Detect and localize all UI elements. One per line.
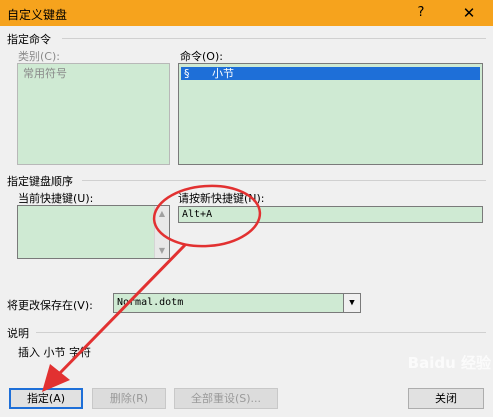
description-title: 说明	[7, 327, 29, 340]
window-title: 自定义键盘	[7, 8, 68, 22]
current-keys-scrollbar[interactable]: ▲ ▼	[154, 206, 169, 258]
chevron-down-icon[interactable]: ▼	[343, 294, 360, 312]
category-item: 常用符号	[23, 67, 67, 80]
title-bar[interactable]: 自定义键盘 ? ✕	[0, 0, 493, 26]
group-divider	[62, 38, 486, 39]
close-window-button[interactable]: ✕	[452, 2, 486, 24]
assign-button[interactable]: 指定(A)	[9, 388, 83, 409]
save-in-select[interactable]: Normal.dotm ▼	[113, 293, 361, 313]
commands-label: 命令(O):	[180, 50, 223, 63]
commands-list[interactable]: § 小节	[178, 63, 483, 165]
keys-group-title: 指定键盘顺序	[7, 175, 73, 188]
current-keys-label: 当前快捷键(U):	[18, 192, 94, 205]
categories-list: 常用符号	[17, 63, 170, 165]
help-button[interactable]: ?	[405, 2, 437, 24]
command-symbol: §	[184, 67, 190, 80]
watermark-logo: Baidu 经验	[407, 354, 491, 372]
close-button[interactable]: 关闭	[408, 388, 484, 409]
save-in-label: 将更改保存在(V):	[7, 299, 93, 312]
save-in-value: Normal.dotm	[117, 297, 184, 308]
group-divider	[82, 180, 486, 181]
reset-all-button[interactable]: 全部重设(S)...	[174, 388, 278, 409]
group-divider	[36, 332, 486, 333]
description-text: 插入 小节 字符	[18, 346, 91, 359]
new-key-input[interactable]: Alt+A	[178, 206, 483, 223]
command-item-section[interactable]: § 小节	[181, 67, 480, 80]
categories-label: 类别(C):	[18, 50, 60, 63]
commands-group-title: 指定命令	[7, 33, 51, 46]
new-key-label: 请按新快捷键(N):	[178, 192, 265, 205]
remove-button[interactable]: 删除(R)	[92, 388, 166, 409]
scroll-up-icon[interactable]: ▲	[155, 206, 169, 221]
command-label: 小节	[212, 67, 234, 80]
scroll-down-icon[interactable]: ▼	[155, 243, 169, 258]
current-keys-list[interactable]: ▲ ▼	[17, 205, 170, 259]
